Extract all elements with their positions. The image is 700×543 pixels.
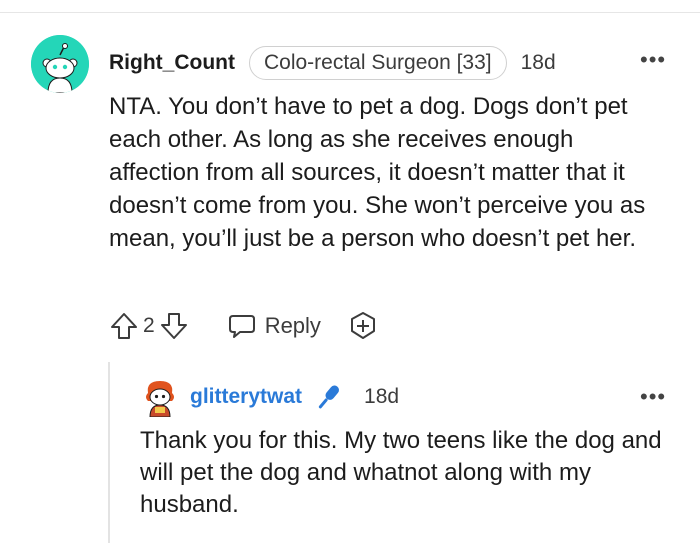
comment-body: NTA. You don’t have to pet a dog. Dogs d…: [109, 93, 646, 252]
thread-line[interactable]: [108, 362, 110, 543]
vote-count: 2: [143, 314, 155, 337]
user-flair: Colo-rectal Surgeon [33]: [248, 46, 507, 80]
speech-bubble-icon: [227, 311, 257, 341]
comment-more-options-button[interactable]: •••: [640, 49, 666, 71]
comment-actions: 2 Reply: [109, 307, 379, 345]
reply-avatar[interactable]: [140, 377, 180, 417]
snoo-avatar-icon: [31, 35, 89, 93]
reply-header: glitterytwat 18d: [190, 380, 399, 414]
comment-thread: Right_Count Colo-rectal Surgeon [33] 18d…: [0, 0, 700, 543]
reply-username[interactable]: glitterytwat: [190, 385, 302, 409]
arrow-down-icon[interactable]: [159, 311, 189, 341]
reply-more-options-button[interactable]: •••: [640, 386, 666, 408]
comment-age: 18d: [520, 51, 556, 74]
reply-label: Reply: [264, 313, 321, 338]
snoo-avatar-icon: [146, 381, 174, 417]
reply-body: Thank you for this. My two teens like th…: [140, 427, 662, 518]
arrow-up-icon[interactable]: [109, 311, 139, 341]
comment-header: Right_Count Colo-rectal Surgeon [33] 18d: [109, 44, 556, 82]
comment-username[interactable]: Right_Count: [109, 51, 235, 75]
microphone-icon: [312, 381, 344, 413]
top-divider: [0, 12, 700, 13]
user-avatar[interactable]: [31, 35, 89, 93]
reply-button[interactable]: Reply: [227, 311, 321, 341]
add-award-icon[interactable]: [347, 310, 379, 342]
reply-age: 18d: [364, 385, 400, 408]
